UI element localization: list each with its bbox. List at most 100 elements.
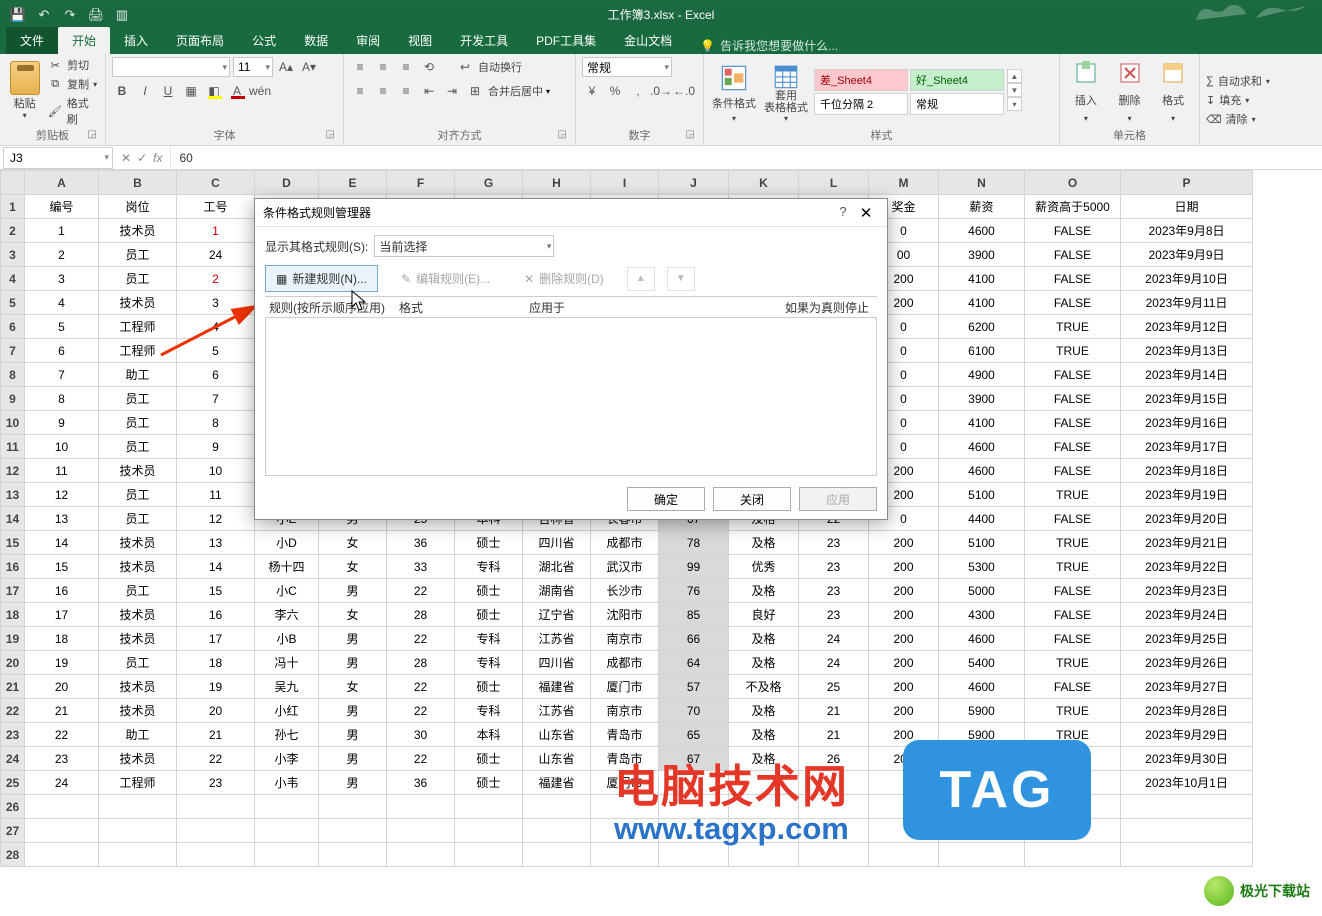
cell[interactable]: 四川省: [523, 531, 591, 555]
cell[interactable]: 4900: [939, 363, 1025, 387]
row-header[interactable]: 11: [1, 435, 25, 459]
cell[interactable]: 员工: [99, 507, 177, 531]
cell[interactable]: 小红: [255, 699, 319, 723]
dialog-ok-button[interactable]: 确定: [627, 487, 705, 511]
row-header[interactable]: 3: [1, 243, 25, 267]
cell[interactable]: [255, 795, 319, 819]
cell[interactable]: 12: [177, 507, 255, 531]
cell[interactable]: [455, 843, 523, 867]
cell[interactable]: 2023年9月24日: [1121, 603, 1253, 627]
cell[interactable]: 4600: [939, 627, 1025, 651]
cell[interactable]: FALSE: [1025, 627, 1121, 651]
cancel-formula-icon[interactable]: ✕: [121, 151, 131, 165]
cell[interactable]: [729, 771, 799, 795]
gallery-up-icon[interactable]: ▲: [1007, 69, 1022, 83]
cell[interactable]: 23: [25, 747, 99, 771]
cell[interactable]: 员工: [99, 243, 177, 267]
cell[interactable]: 女: [319, 603, 387, 627]
enter-formula-icon[interactable]: ✓: [137, 151, 147, 165]
align-right-icon[interactable]: ≡: [396, 81, 416, 101]
cell[interactable]: 22: [387, 747, 455, 771]
cell[interactable]: 成都市: [591, 651, 659, 675]
cell[interactable]: 9: [25, 411, 99, 435]
cell[interactable]: 湖南省: [523, 579, 591, 603]
cell[interactable]: 25: [799, 675, 869, 699]
row-header[interactable]: 24: [1, 747, 25, 771]
cell[interactable]: [659, 795, 729, 819]
cell[interactable]: 4100: [939, 291, 1025, 315]
cell[interactable]: 日期: [1121, 195, 1253, 219]
cell[interactable]: 5400: [939, 651, 1025, 675]
cell[interactable]: 13: [177, 531, 255, 555]
cell[interactable]: 沈阳市: [591, 603, 659, 627]
cell[interactable]: 助工: [99, 363, 177, 387]
cell[interactable]: 编号: [25, 195, 99, 219]
cell[interactable]: 技术员: [99, 675, 177, 699]
number-format-select[interactable]: 常规: [582, 57, 672, 77]
cell[interactable]: 及格: [729, 723, 799, 747]
cell[interactable]: 小韦: [255, 771, 319, 795]
cell[interactable]: 22: [177, 747, 255, 771]
underline-button[interactable]: U: [158, 81, 178, 101]
cell[interactable]: 薪资高于5000: [1025, 195, 1121, 219]
cell[interactable]: [799, 819, 869, 843]
cell[interactable]: FALSE: [1025, 459, 1121, 483]
percent-button[interactable]: %: [605, 81, 625, 101]
cell[interactable]: [99, 795, 177, 819]
cell[interactable]: 青岛市: [591, 723, 659, 747]
cell[interactable]: [799, 771, 869, 795]
cell[interactable]: 17: [177, 627, 255, 651]
row-header[interactable]: 8: [1, 363, 25, 387]
cell[interactable]: 辽宁省: [523, 603, 591, 627]
cell[interactable]: 20: [177, 699, 255, 723]
cell[interactable]: 2023年9月22日: [1121, 555, 1253, 579]
cell[interactable]: 2023年9月15日: [1121, 387, 1253, 411]
font-color-button[interactable]: A: [227, 81, 247, 101]
cell[interactable]: [177, 819, 255, 843]
row-header[interactable]: 19: [1, 627, 25, 651]
cell[interactable]: [177, 795, 255, 819]
cell[interactable]: 李六: [255, 603, 319, 627]
cell[interactable]: 24: [799, 651, 869, 675]
paste-button[interactable]: 粘贴 ▾: [6, 61, 43, 123]
cell[interactable]: 4100: [939, 267, 1025, 291]
column-header[interactable]: P: [1121, 171, 1253, 195]
cell[interactable]: 员工: [99, 483, 177, 507]
font-name-select[interactable]: [112, 57, 230, 77]
column-header[interactable]: L: [799, 171, 869, 195]
row-header[interactable]: 6: [1, 315, 25, 339]
cell[interactable]: 男: [319, 771, 387, 795]
row-header[interactable]: 28: [1, 843, 25, 867]
cell[interactable]: 2023年10月1日: [1121, 771, 1253, 795]
cell[interactable]: 12: [25, 483, 99, 507]
cell[interactable]: 岗位: [99, 195, 177, 219]
rules-list[interactable]: [265, 318, 877, 476]
cell[interactable]: [591, 819, 659, 843]
column-header[interactable]: I: [591, 171, 659, 195]
cell[interactable]: 厦门市: [591, 675, 659, 699]
cell[interactable]: [99, 843, 177, 867]
cut-button[interactable]: ✂剪切: [47, 57, 99, 73]
cell[interactable]: 硕士: [455, 603, 523, 627]
cell[interactable]: 专科: [455, 627, 523, 651]
cell[interactable]: [455, 795, 523, 819]
cell[interactable]: 5100: [939, 483, 1025, 507]
phonetic-button[interactable]: wén: [250, 81, 270, 101]
tab-insert[interactable]: 插入: [110, 27, 162, 54]
tab-formulas[interactable]: 公式: [238, 27, 290, 54]
cell[interactable]: TRUE: [1025, 315, 1121, 339]
cell[interactable]: 江苏省: [523, 627, 591, 651]
cell[interactable]: 男: [319, 747, 387, 771]
cell[interactable]: [25, 795, 99, 819]
cell[interactable]: 3: [25, 267, 99, 291]
cell[interactable]: 36: [387, 771, 455, 795]
align-middle-icon[interactable]: ≡: [373, 57, 393, 77]
cell[interactable]: 6100: [939, 339, 1025, 363]
cell[interactable]: 2023年9月23日: [1121, 579, 1253, 603]
cell[interactable]: 2: [177, 267, 255, 291]
cell[interactable]: 11: [25, 459, 99, 483]
cell[interactable]: [591, 795, 659, 819]
cell[interactable]: [1121, 795, 1253, 819]
cell[interactable]: 江苏省: [523, 699, 591, 723]
cell[interactable]: [25, 819, 99, 843]
